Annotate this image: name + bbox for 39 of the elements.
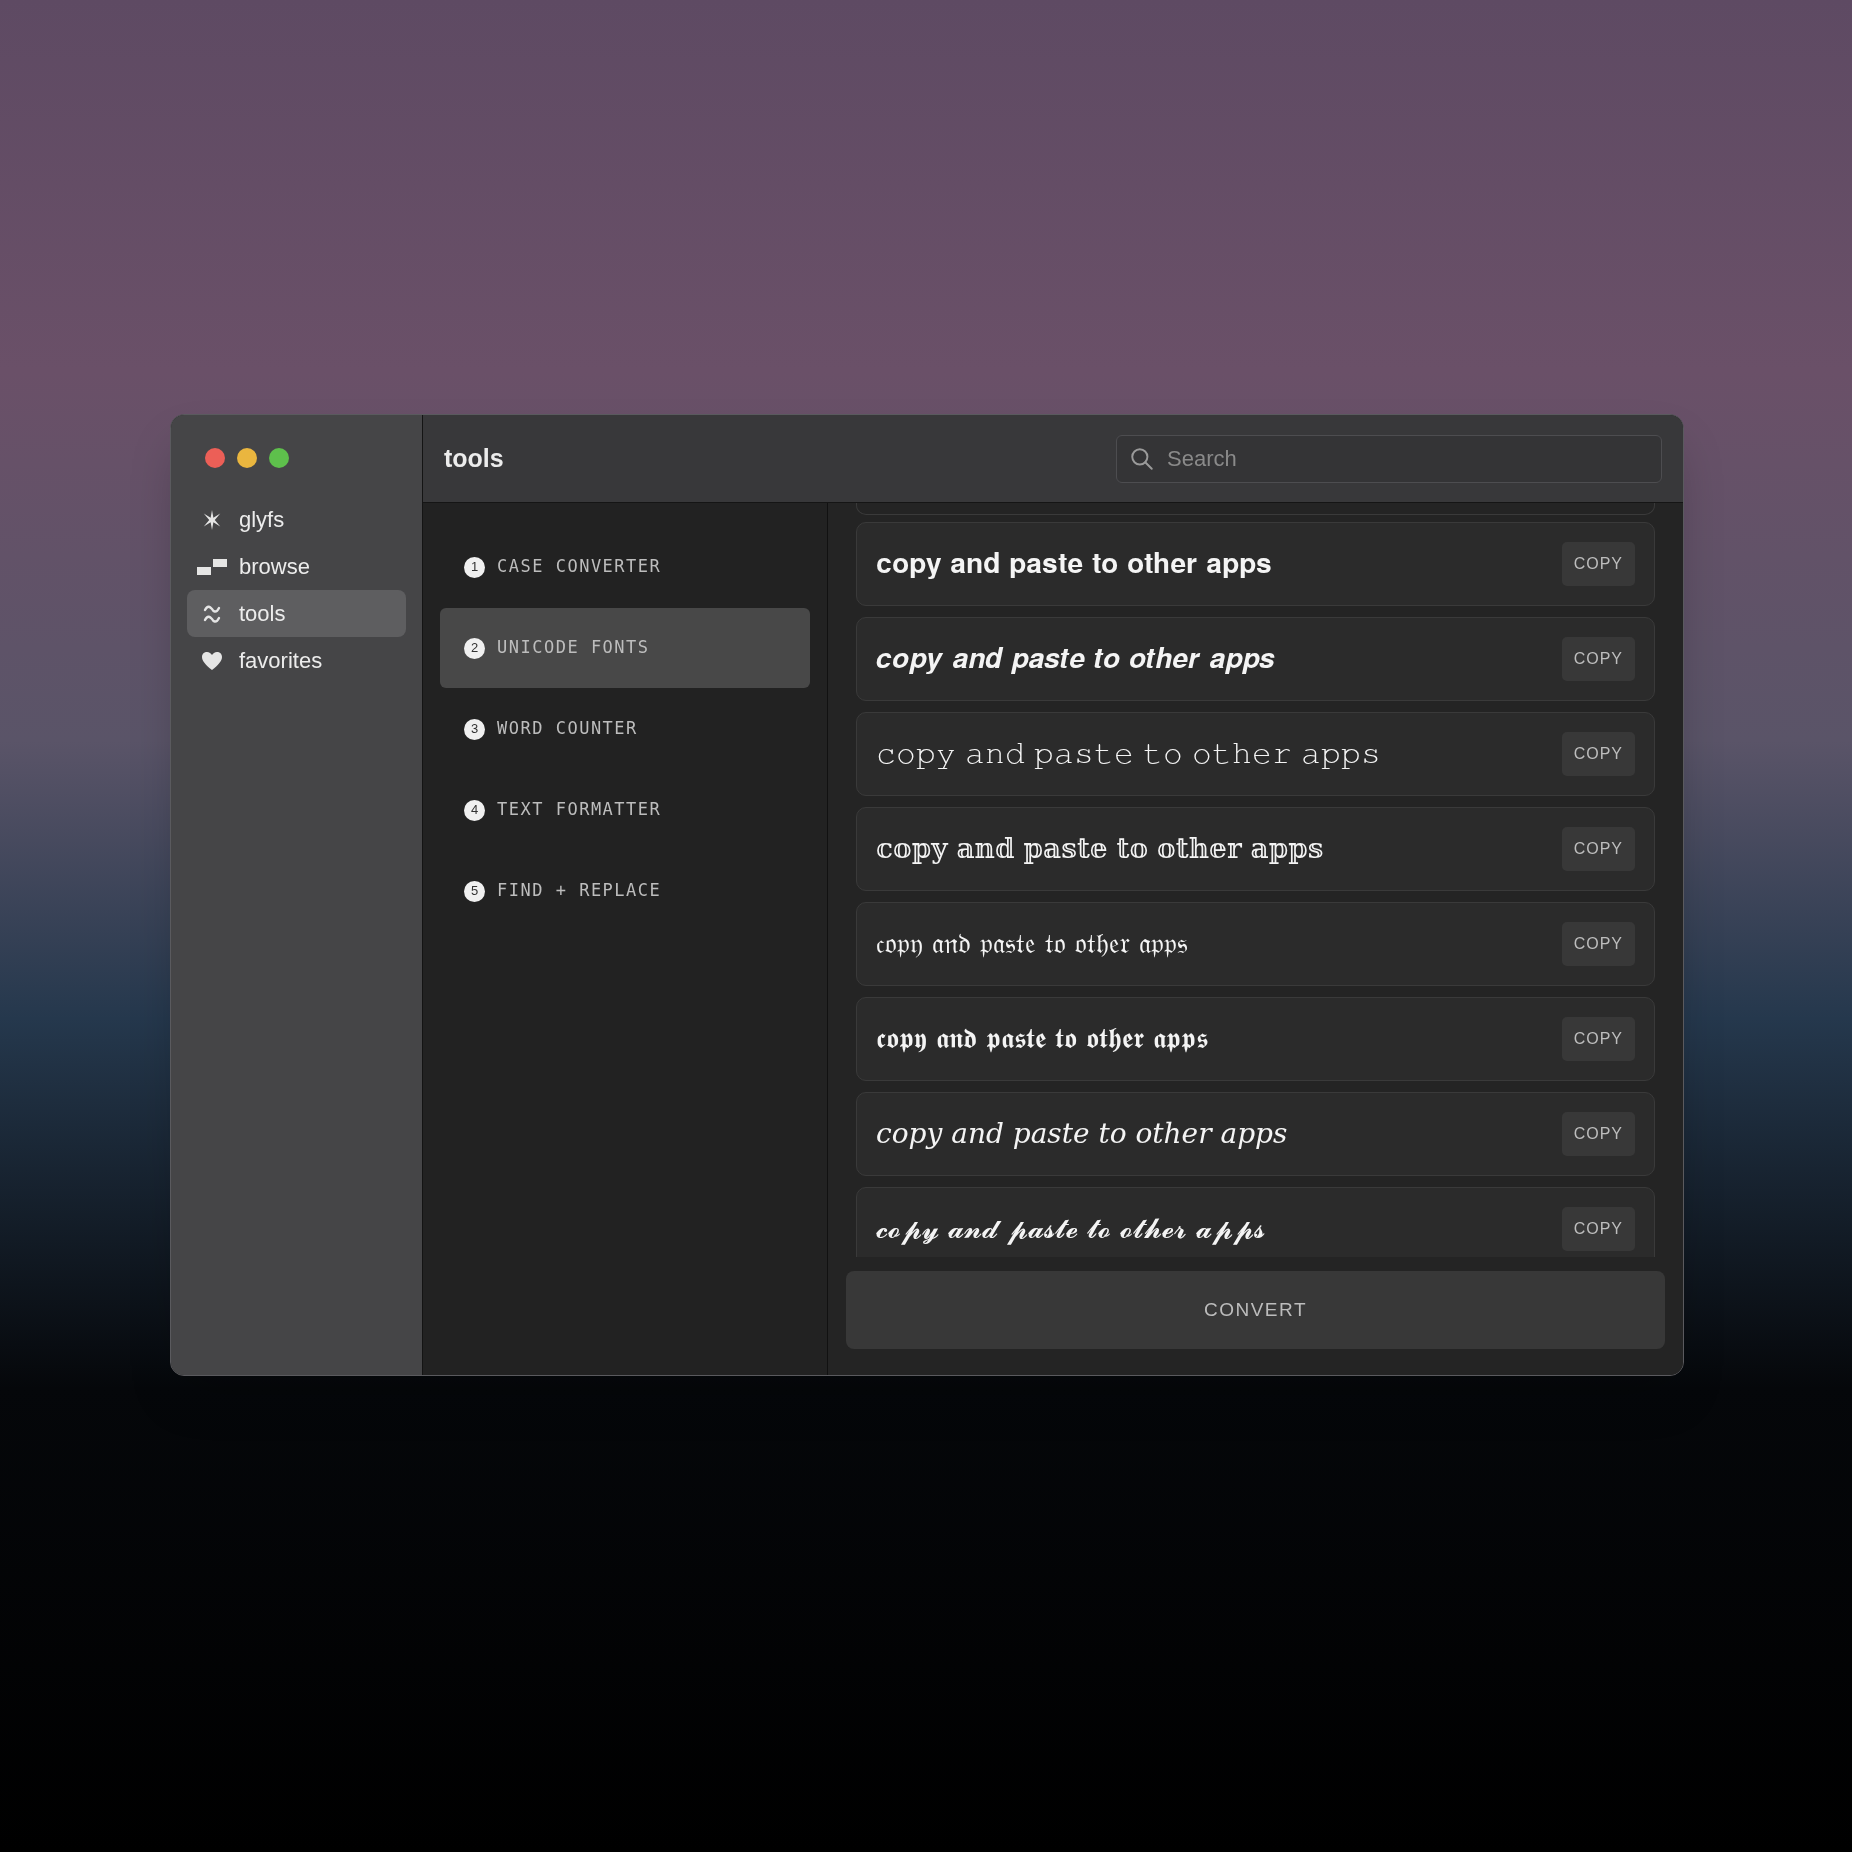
copy-button[interactable]: COPY — [1561, 732, 1635, 776]
page-title: tools — [444, 442, 505, 474]
sidebar-item[interactable]: browse — [187, 543, 406, 590]
styled-text: 𝑐𝑜𝑝𝑦 𝑎𝑛𝑑 𝑝𝑎𝑠𝑡𝑒 𝑡𝑜 𝑜𝑡ℎ𝑒𝑟 𝑎𝑝𝑝𝑠 — [876, 1116, 1289, 1152]
sidebar-item[interactable]: favorites — [187, 637, 406, 684]
tool-tab[interactable]: 5 FIND + REPLACE — [440, 851, 810, 931]
styled-text: 𝚌𝚘𝚙𝚢 𝚊𝚗𝚍 𝚙𝚊𝚜𝚝𝚎 𝚝𝚘 𝚘𝚝𝚑𝚎𝚛 𝚊𝚙𝚙𝚜 — [876, 736, 1382, 772]
styled-text: 𝕔𝕠𝕡𝕪 𝕒𝕟𝕕 𝕡𝕒𝕤𝕥𝕖 𝕥𝕠 𝕠𝕥𝕙𝕖𝕣 𝕒𝕡𝕡𝕤 — [876, 831, 1325, 867]
copy-button[interactable]: COPY — [1561, 827, 1635, 871]
copy-button[interactable]: COPY — [1561, 1207, 1635, 1251]
styled-text: 𝔠𝔬𝔭𝔶 𝔞𝔫𝔡 𝔭𝔞𝔰𝔱𝔢 𝔱𝔬 𝔬𝔱𝔥𝔢𝔯 𝔞𝔭𝔭𝔰 — [876, 926, 1189, 962]
maximize-window-button[interactable] — [269, 448, 289, 468]
blocks-icon — [197, 557, 227, 576]
styled-text: 𝒄𝒐𝒑𝒚 𝒂𝒏𝒅 𝒑𝒂𝒔𝒕𝒆 𝒕𝒐 𝒐𝒕𝒉𝒆𝒓 𝒂𝒑𝒑𝒔 — [876, 641, 1276, 677]
tool-tab[interactable]: 4 TEXT FORMATTER — [440, 770, 810, 850]
styled-text: 𝓬𝓸𝓹𝔂 𝓪𝓷𝓭 𝓹𝓪𝓼𝓽𝓮 𝓽𝓸 𝓸𝓽𝓱𝓮𝓻 𝓪𝓹𝓹𝓼 — [876, 1211, 1266, 1247]
search-field[interactable]: Search — [1116, 434, 1662, 483]
copy-button[interactable]: COPY — [1561, 1017, 1635, 1061]
step-number-badge: 5 — [464, 880, 485, 902]
tool-tab[interactable]: 2 UNICODE FONTS — [440, 608, 810, 688]
sidebar-item[interactable]: tools — [187, 590, 406, 637]
copy-button[interactable]: COPY — [1561, 1112, 1635, 1156]
heart-icon — [201, 650, 223, 671]
copy-button[interactable]: COPY — [1561, 637, 1635, 681]
minimize-window-button[interactable] — [237, 448, 257, 468]
step-number-badge: 1 — [464, 556, 485, 578]
styled-text: 𝖈𝖔𝖕𝖞 𝖆𝖓𝖉 𝖕𝖆𝖘𝖙𝖊 𝖙𝖔 𝖔𝖙𝖍𝖊𝖗 𝖆𝖕𝖕𝖘 — [876, 1021, 1209, 1057]
copy-button[interactable]: COPY — [1561, 542, 1635, 586]
search-icon — [1129, 445, 1155, 472]
convert-button[interactable]: CONVERT — [846, 1271, 1665, 1349]
step-number-badge: 3 — [464, 718, 485, 740]
sidebar-item[interactable]: glyfs — [187, 496, 406, 543]
step-number-badge: 4 — [464, 799, 485, 821]
tool-tab[interactable]: 1 CASE CONVERTER — [440, 527, 810, 607]
copy-button[interactable]: COPY — [1561, 922, 1635, 966]
tool-tab[interactable]: 3 WORD COUNTER — [440, 689, 810, 769]
step-number-badge: 2 — [464, 637, 485, 659]
styled-text: 𝐜𝐨𝐩𝐲 𝐚𝐧𝐝 𝐩𝐚𝐬𝐭𝐞 𝐭𝐨 𝐨𝐭𝐡𝐞𝐫 𝐚𝐩𝐩𝐬 — [876, 546, 1273, 582]
close-window-button[interactable] — [205, 448, 225, 468]
